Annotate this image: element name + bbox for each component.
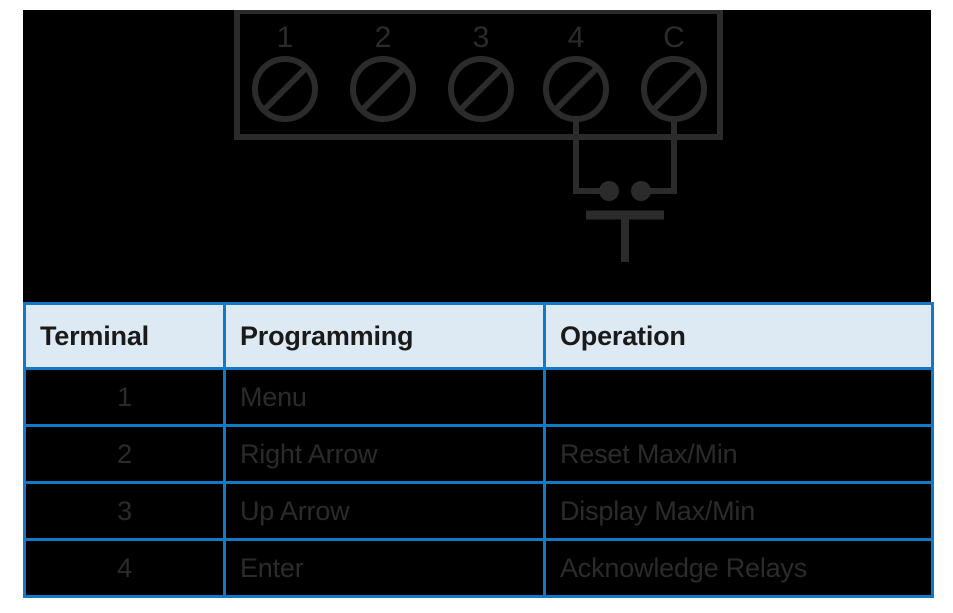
page-root: 1 2 3 4 C Terminal Programming Operation… [0, 0, 953, 613]
wire-terminal-c [635, 119, 677, 194]
cell-terminal: 3 [23, 481, 226, 541]
cell-operation: Acknowledge Relays [543, 538, 934, 598]
cell-terminal: 4 [23, 538, 226, 598]
screw-slot-4-icon [552, 65, 600, 113]
screw-slot-1-icon [261, 65, 309, 113]
column-header-programming: Programming [223, 302, 546, 370]
cell-operation: Reset Max/Min [543, 424, 934, 484]
terminal-4: 4 [543, 21, 609, 122]
cell-terminal: 1 [23, 367, 226, 427]
cell-terminal: 2 [23, 424, 226, 484]
screw-slot-3-icon [457, 65, 505, 113]
table-row: 1 Menu [23, 367, 934, 427]
cell-operation: Display Max/Min [543, 481, 934, 541]
switch-contact-dot-right [631, 181, 651, 201]
terminal-2: 2 [350, 21, 416, 122]
column-header-terminal: Terminal [23, 302, 226, 370]
cell-programming: Enter [223, 538, 546, 598]
wiring-diagram-panel: 1 2 3 4 C [23, 10, 931, 302]
switch-contact-dot-left [599, 181, 619, 201]
wire-terminal-4 [573, 119, 615, 194]
wiring-diagram-svg: 1 2 3 4 C [234, 10, 723, 262]
terminal-3-label: 3 [473, 21, 490, 54]
terminal-1: 1 [252, 21, 318, 122]
terminal-4-label: 4 [568, 21, 585, 54]
terminal-c: C [641, 21, 707, 122]
table-row: 3 Up Arrow Display Max/Min [23, 481, 934, 541]
cell-programming: Menu [223, 367, 546, 427]
table-row: 2 Right Arrow Reset Max/Min [23, 424, 934, 484]
pushbutton-wiring [573, 119, 677, 262]
table-header-row: Terminal Programming Operation [23, 302, 934, 370]
cell-programming: Up Arrow [223, 481, 546, 541]
terminal-c-label: C [663, 21, 685, 54]
screw-slot-2-icon [359, 65, 407, 113]
screw-slot-c-icon [650, 65, 698, 113]
table-header: Terminal Programming Operation [23, 302, 934, 370]
table-body: 1 Menu 2 Right Arrow Reset Max/Min 3 Up … [23, 367, 934, 598]
terminal-1-label: 1 [277, 21, 294, 54]
column-header-operation: Operation [543, 302, 934, 370]
terminal-2-label: 2 [375, 21, 392, 54]
terminal-function-table: Terminal Programming Operation 1 Menu 2 … [23, 302, 934, 598]
table-row: 4 Enter Acknowledge Relays [23, 538, 934, 598]
cell-programming: Right Arrow [223, 424, 546, 484]
terminal-3: 3 [448, 21, 514, 122]
cell-operation [543, 367, 934, 427]
